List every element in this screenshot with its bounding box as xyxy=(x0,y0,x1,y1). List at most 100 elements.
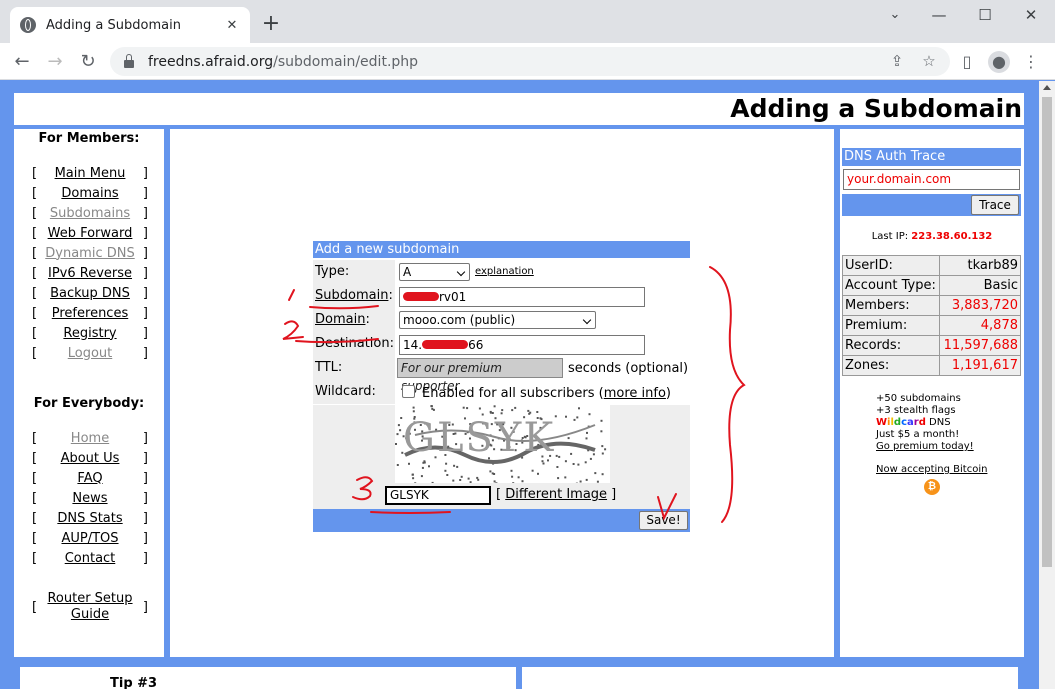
new-tab-icon[interactable]: + xyxy=(260,12,282,36)
stat-value: 11,597,688 xyxy=(939,335,1021,356)
bracket: ] xyxy=(142,530,148,546)
type-select[interactable]: A xyxy=(399,263,470,281)
nav-item-domains: [Domains] xyxy=(32,183,148,203)
minimize-icon[interactable]: — xyxy=(924,4,954,26)
bracket: ] xyxy=(142,325,148,341)
nav-item-home: [Home] xyxy=(32,428,148,448)
chevron-down-icon[interactable]: ⌄ xyxy=(880,4,910,26)
nav-link[interactable]: News xyxy=(37,491,143,506)
bracket: ] xyxy=(142,550,148,566)
more-info-link[interactable]: more info xyxy=(604,386,666,401)
nav-item-web-forward: [Web Forward] xyxy=(32,223,148,243)
nav-link[interactable]: AUP/TOS xyxy=(37,531,143,546)
table-row: Members: 3,883,720 xyxy=(841,295,1021,316)
table-row: Records: 11,597,688 xyxy=(841,335,1021,356)
wildcard-row: Wildcard: Enabled for all subscribers (m… xyxy=(313,380,690,404)
redaction-mark xyxy=(422,340,469,349)
bitcoin-icon: ₿ xyxy=(924,479,940,495)
ttl-suffix: seconds (optional) xyxy=(568,361,689,376)
profile-avatar-icon[interactable]: ● xyxy=(988,51,1010,73)
scroll-thumb[interactable] xyxy=(1042,97,1052,567)
stat-label: Members: xyxy=(841,295,941,316)
lock-icon[interactable] xyxy=(124,53,134,68)
nav-link[interactable]: Logout xyxy=(37,346,143,361)
captcha-area: GLSYK GLSYK [ Different Image ] xyxy=(313,405,690,509)
nav-link[interactable]: Web Forward xyxy=(37,226,143,241)
close-tab-icon[interactable]: ✕ xyxy=(224,18,240,33)
bracket: ] xyxy=(142,510,148,526)
stat-value: tkarb89 xyxy=(939,255,1021,276)
ttl-input[interactable]: For our premium supporter xyxy=(397,358,563,393)
nav-link[interactable]: Contact xyxy=(37,551,143,566)
reload-icon[interactable]: ↻ xyxy=(75,49,101,75)
side-panel-icon[interactable]: ▯ xyxy=(956,51,978,73)
bracket: ] xyxy=(142,345,148,361)
share-icon[interactable]: ⇪ xyxy=(886,50,908,72)
trace-bar: Trace xyxy=(842,194,1021,216)
nav-link[interactable]: Dynamic DNS xyxy=(37,246,143,261)
close-window-icon[interactable]: ✕ xyxy=(1016,4,1046,26)
bracket: ] xyxy=(142,185,148,201)
save-bar: Save! xyxy=(313,509,690,532)
nav-link[interactable]: FAQ xyxy=(37,471,143,486)
browser-tab[interactable]: Adding a Subdomain ✕ xyxy=(10,7,250,43)
stat-label: UserID: xyxy=(841,255,941,276)
account-stats-table: UserID: tkarb89 Account Type: Basic Members:… xyxy=(841,255,1021,376)
nav-item-registry: [Registry] xyxy=(32,323,148,343)
destination-input[interactable]: 14. 66 xyxy=(399,335,645,355)
explanation-link[interactable]: explanation xyxy=(475,266,534,277)
promo-line: +50 subdomains xyxy=(876,393,961,404)
destination-label: Destination: xyxy=(313,332,395,356)
nav-link[interactable]: Home xyxy=(37,431,143,446)
nav-item-aup-tos: [AUP/TOS] xyxy=(32,528,148,548)
nav-link[interactable]: Subdomains xyxy=(37,206,143,221)
nav-link[interactable]: Backup DNS xyxy=(37,286,143,301)
subdomain-input[interactable]: rv01 xyxy=(399,287,645,307)
nav-link[interactable]: Domains xyxy=(37,186,143,201)
nav-link[interactable]: Registry xyxy=(37,326,143,341)
bitcoin-link[interactable]: Now accepting Bitcoin xyxy=(876,464,987,476)
go-premium-link[interactable]: Go premium today! xyxy=(876,441,987,453)
type-label: Type: xyxy=(313,260,395,284)
captcha-image: GLSYK xyxy=(395,405,610,483)
page-scrollbar[interactable] xyxy=(1039,81,1055,689)
nav-item-backup-dns: [Backup DNS] xyxy=(32,283,148,303)
save-button[interactable]: Save! xyxy=(639,511,688,530)
nav-link[interactable]: About Us xyxy=(37,451,143,466)
premium-promo: +50 subdomains +3 stealth flags Wildcard… xyxy=(876,393,987,476)
maximize-icon[interactable]: ☐ xyxy=(970,4,1000,26)
nav-item-preferences: [Preferences] xyxy=(32,303,148,323)
nav-item-faq: [FAQ] xyxy=(32,468,148,488)
scroll-up-icon[interactable] xyxy=(1043,85,1051,90)
stat-value: Basic xyxy=(939,275,1021,296)
address-bar[interactable]: freedns.afraid.org/subdomain/edit.php ⇪ … xyxy=(110,47,950,76)
forward-icon[interactable]: → xyxy=(42,49,68,75)
captcha-input[interactable]: GLSYK xyxy=(385,486,491,505)
page-viewport: Adding a Subdomain For Members: [Main Me… xyxy=(0,81,1055,689)
footer-left-panel: Tip #3 xyxy=(20,667,516,689)
bracket: ] xyxy=(142,265,148,281)
menu-kebab-icon[interactable]: ⋮ xyxy=(1020,51,1042,73)
tab-strip: Adding a Subdomain ✕ + ⌄ — ☐ ✕ xyxy=(0,0,1055,43)
nav-link[interactable]: Preferences xyxy=(37,306,143,321)
stat-value: 4,878 xyxy=(939,315,1021,336)
wildcard-checkbox[interactable] xyxy=(402,385,415,398)
header-bar: Adding a Subdomain xyxy=(14,93,1024,125)
bookmark-star-icon[interactable]: ☆ xyxy=(918,50,940,72)
nav-link[interactable]: DNS Stats xyxy=(37,511,143,526)
different-image-link[interactable]: [ Different Image ] xyxy=(496,487,616,502)
dns-trace-input[interactable]: your.domain.com xyxy=(843,169,1020,190)
domain-select[interactable]: mooo.com (public) xyxy=(399,311,596,329)
table-row: Premium: 4,878 xyxy=(841,315,1021,336)
url-text: freedns.afraid.org/subdomain/edit.php xyxy=(148,53,419,70)
nav-link[interactable]: IPv6 Reverse xyxy=(37,266,143,281)
back-icon[interactable]: ← xyxy=(9,49,35,75)
wildcard-text: Enabled for all subscribers (more info) xyxy=(422,386,671,401)
everybody-heading: For Everybody: xyxy=(33,396,145,411)
form-heading: Add a new subdomain xyxy=(313,241,690,258)
router-setup-link[interactable]: Router Setup Guide xyxy=(37,591,143,623)
nav-link[interactable]: Main Menu xyxy=(37,166,143,181)
dns-trace-heading: DNS Auth Trace xyxy=(842,148,1021,166)
domain-label: Domain: xyxy=(313,308,395,332)
trace-button[interactable]: Trace xyxy=(971,195,1019,215)
